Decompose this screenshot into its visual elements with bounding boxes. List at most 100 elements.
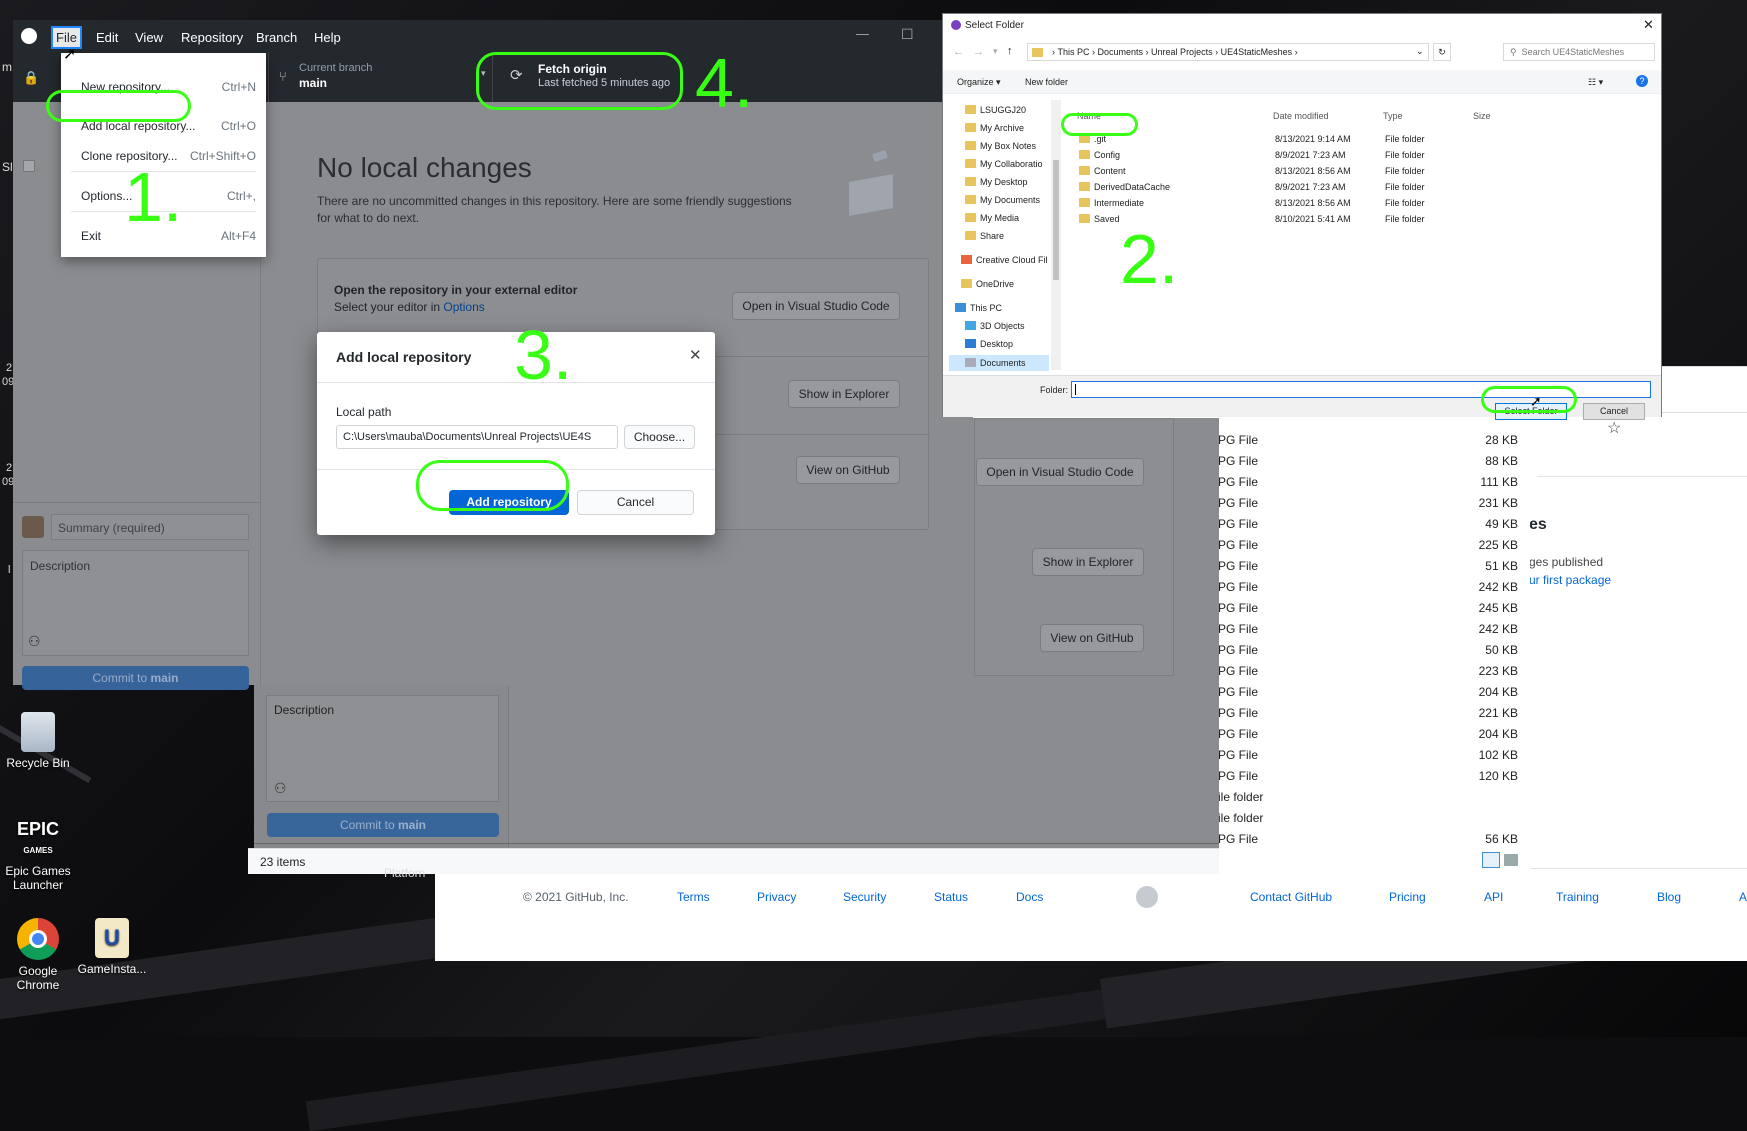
up-icon[interactable]: ↑ xyxy=(1007,45,1013,57)
github-logo-icon[interactable] xyxy=(1136,886,1158,908)
tree-item[interactable]: LSUGGJ20 xyxy=(965,105,1026,115)
file-row[interactable]: PG File 242 KB xyxy=(1218,577,1518,598)
menu-repository[interactable]: Repository xyxy=(181,30,243,45)
maximize-icon[interactable]: ☐ xyxy=(901,26,914,43)
minimize-icon[interactable]: — xyxy=(856,26,869,41)
thumbnail-view-icon[interactable] xyxy=(1504,854,1518,866)
menu-help[interactable]: Help xyxy=(314,30,341,45)
epic-games-shortcut[interactable]: EPIC GAMES Epic Games Launcher xyxy=(0,818,76,892)
footer-terms-link[interactable]: Terms xyxy=(677,890,710,904)
choose-button[interactable]: Choose... xyxy=(624,425,695,449)
show-explorer-button-bg[interactable]: Show in Explorer xyxy=(1032,548,1144,576)
cancel-button[interactable]: Cancel xyxy=(577,490,694,515)
file-row[interactable]: ile folder xyxy=(1218,787,1518,808)
footer-docs-link[interactable]: Docs xyxy=(1016,890,1043,904)
file-row[interactable]: PG File 204 KB xyxy=(1218,724,1518,745)
organize-button[interactable]: Organize ▾ xyxy=(957,77,1001,88)
menu-exit[interactable]: Exit xyxy=(81,229,101,243)
description-textarea[interactable]: Description ⚇ xyxy=(22,550,249,656)
footer-training-link[interactable]: Training xyxy=(1556,890,1599,904)
new-folder-button[interactable]: New folder xyxy=(1025,77,1068,87)
file-row[interactable]: PG File 120 KB xyxy=(1218,766,1518,787)
file-row[interactable]: PG File 231 KB xyxy=(1218,493,1518,514)
tree-item[interactable]: Creative Cloud Fil xyxy=(961,255,1048,265)
file-row[interactable]: PG File 51 KB xyxy=(1218,556,1518,577)
recycle-bin-shortcut[interactable]: Recycle Bin xyxy=(0,712,76,770)
packages-link[interactable]: ur first package xyxy=(1529,573,1611,587)
file-row[interactable]: PG File 225 KB xyxy=(1218,535,1518,556)
folder-row[interactable]: DerivedDataCache xyxy=(1079,182,1170,192)
commit-button-bg[interactable]: Commit to main xyxy=(267,813,499,837)
summary-input[interactable]: Summary (required) xyxy=(51,514,249,540)
column-date[interactable]: Date modified xyxy=(1273,111,1329,121)
column-type[interactable]: Type xyxy=(1383,111,1403,121)
select-all-checkbox[interactable] xyxy=(23,160,35,172)
footer-contact-link[interactable]: Contact GitHub xyxy=(1250,890,1332,904)
footer-more-link[interactable]: A xyxy=(1739,890,1747,904)
tree-item[interactable]: This PC xyxy=(955,303,1002,313)
tree-item[interactable]: My Desktop xyxy=(965,177,1028,187)
search-input[interactable]: ⚲ Search UE4StaticMeshes xyxy=(1503,43,1655,61)
tree-item[interactable]: My Media xyxy=(965,213,1019,223)
star-icon[interactable]: ☆ xyxy=(1607,418,1621,438)
footer-status-link[interactable]: Status xyxy=(934,890,968,904)
footer-blog-link[interactable]: Blog xyxy=(1657,890,1681,904)
view-options-icon[interactable]: ☷ ▾ xyxy=(1588,77,1603,88)
file-row[interactable]: PG File 221 KB xyxy=(1218,703,1518,724)
footer-api-link[interactable]: API xyxy=(1484,890,1503,904)
folder-row[interactable]: Content xyxy=(1079,166,1126,176)
footer-pricing-link[interactable]: Pricing xyxy=(1389,890,1426,904)
tree-item[interactable]: OneDrive xyxy=(961,279,1014,289)
chevron-down-icon[interactable]: ⌄ xyxy=(1416,46,1424,57)
file-row[interactable]: PG File 102 KB xyxy=(1218,745,1518,766)
tree-item[interactable]: My Archive xyxy=(965,123,1024,133)
file-row[interactable]: PG File 204 KB xyxy=(1218,682,1518,703)
cancel-button[interactable]: Cancel xyxy=(1583,403,1645,420)
tree-item[interactable]: Share xyxy=(965,231,1004,241)
file-row[interactable]: PG File 49 KB xyxy=(1218,514,1518,535)
options-link[interactable]: Options xyxy=(443,300,484,314)
commit-button[interactable]: Commit to main xyxy=(22,666,249,690)
view-github-button-bg[interactable]: View on GitHub xyxy=(1040,624,1144,652)
show-explorer-button[interactable]: Show in Explorer xyxy=(788,380,900,408)
details-view-icon[interactable] xyxy=(1482,852,1500,868)
address-bar[interactable]: › This PC › Documents › Unreal Projects … xyxy=(1027,43,1429,61)
chrome-shortcut[interactable]: Google Chrome xyxy=(0,918,76,992)
column-size[interactable]: Size xyxy=(1473,111,1491,121)
refresh-icon[interactable]: ↻ xyxy=(1433,43,1451,61)
chevron-down-icon[interactable]: ▾ xyxy=(993,46,998,57)
menu-branch[interactable]: Branch xyxy=(256,30,297,45)
help-icon[interactable]: ? xyxy=(1636,75,1648,87)
open-vscode-button[interactable]: Open in Visual Studio Code xyxy=(732,292,900,320)
file-row[interactable]: PG File 28 KB xyxy=(1218,430,1518,451)
tree-item[interactable]: My Collaboratio xyxy=(965,159,1043,169)
file-row[interactable]: PG File 88 KB xyxy=(1218,451,1518,472)
gameinstance-shortcut[interactable]: U GameInsta... xyxy=(74,918,150,976)
footer-security-link[interactable]: Security xyxy=(843,890,886,904)
menu-edit[interactable]: Edit xyxy=(96,30,118,45)
tree-item-selected[interactable]: Documents xyxy=(949,355,1049,371)
tree-item[interactable]: 3D Objects xyxy=(965,321,1025,331)
close-icon[interactable]: ✕ xyxy=(689,346,702,364)
file-row[interactable]: PG File 242 KB xyxy=(1218,619,1518,640)
menu-view[interactable]: View xyxy=(135,30,163,45)
open-vscode-button-bg[interactable]: Open in Visual Studio Code xyxy=(976,458,1144,486)
local-path-input[interactable]: C:\Users\mauba\Documents\Unreal Projects… xyxy=(336,425,618,449)
folder-row[interactable]: Intermediate xyxy=(1079,198,1144,208)
folder-row[interactable]: Saved xyxy=(1079,214,1120,224)
tree-scrollbar[interactable] xyxy=(1051,100,1061,370)
file-row[interactable]: ile folder xyxy=(1218,808,1518,829)
file-row[interactable]: PG File 245 KB xyxy=(1218,598,1518,619)
view-github-button[interactable]: View on GitHub xyxy=(796,456,900,484)
close-icon[interactable]: ✕ xyxy=(1643,17,1654,33)
footer-privacy-link[interactable]: Privacy xyxy=(757,890,796,904)
tree-item[interactable]: Desktop xyxy=(965,339,1013,349)
forward-icon[interactable]: → xyxy=(973,46,984,58)
tree-item[interactable]: My Box Notes xyxy=(965,141,1036,151)
file-row[interactable]: PG File 223 KB xyxy=(1218,661,1518,682)
add-coauthor-icon[interactable]: ⚇ xyxy=(274,780,287,797)
file-row[interactable]: PG File 50 KB xyxy=(1218,640,1518,661)
tree-item[interactable]: My Documents xyxy=(965,195,1040,205)
add-coauthor-icon[interactable]: ⚇ xyxy=(28,633,41,650)
folder-row[interactable]: Config xyxy=(1079,150,1120,160)
